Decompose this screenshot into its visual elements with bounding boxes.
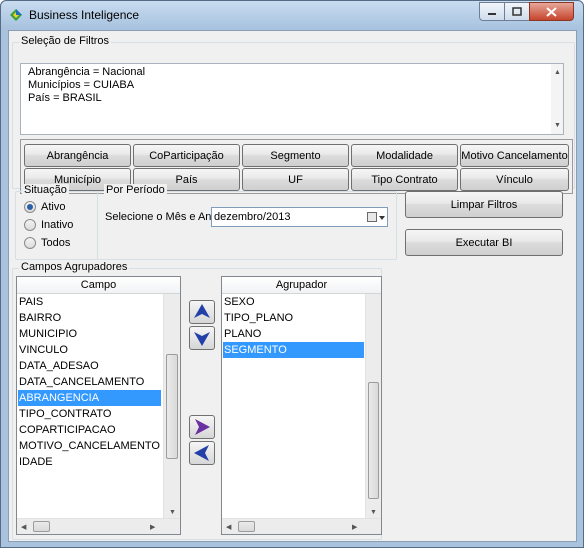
scroll-thumb[interactable] bbox=[368, 382, 379, 499]
radio-button-selected[interactable] bbox=[24, 201, 36, 213]
situacao-group-label: Situação bbox=[22, 184, 69, 196]
filter-uf-button[interactable]: UF bbox=[242, 168, 349, 191]
filter-vinculo-button[interactable]: Vínculo bbox=[460, 168, 569, 191]
filter-modalidade-button[interactable]: Modalidade bbox=[351, 144, 458, 167]
agrupador-vscrollbar[interactable]: ▼ bbox=[365, 294, 381, 518]
list-item[interactable]: IDADE bbox=[18, 454, 53, 470]
filter-line: Municípios = CUIABA bbox=[28, 79, 135, 91]
agrupador-hscrollbar[interactable]: ◀ ▶ bbox=[222, 518, 381, 534]
agrupador-header: Agrupador bbox=[222, 277, 381, 294]
minimize-button[interactable] bbox=[479, 2, 505, 21]
periodo-group: Por Período Selecione o Mês e Ano: dezem… bbox=[97, 184, 397, 260]
remove-from-agrupador-button[interactable] bbox=[189, 441, 215, 465]
month-year-picker[interactable]: dezembro/2013 bbox=[211, 207, 388, 227]
campos-group: Campos Agrupadores Campo PAIS BAIRRO MUN… bbox=[12, 261, 382, 540]
arrow-up-icon bbox=[194, 304, 210, 318]
campo-listbox[interactable]: Campo PAIS BAIRRO MUNICIPIO VINCULO DATA… bbox=[16, 276, 181, 535]
radio-ativo[interactable]: Ativo bbox=[24, 201, 65, 213]
radio-button[interactable] bbox=[24, 219, 36, 231]
filters-textarea[interactable]: Abrangência = Nacional Municípios = CUIA… bbox=[20, 63, 564, 135]
list-item[interactable]: COPARTICIPACAO bbox=[18, 422, 116, 438]
filter-line: Abrangência = Nacional bbox=[28, 66, 146, 78]
radio-label: Ativo bbox=[41, 201, 66, 213]
campo-hscrollbar[interactable]: ◀ ▶ bbox=[17, 518, 180, 534]
minimize-icon bbox=[488, 12, 496, 15]
list-item-selected[interactable]: ABRANGENCIA bbox=[18, 390, 161, 406]
filters-group-label: Seleção de Filtros bbox=[19, 35, 112, 47]
list-item[interactable]: DATA_CANCELAMENTO bbox=[18, 374, 144, 390]
filters-group: Seleção de Filtros Abrangência = Naciona… bbox=[12, 35, 575, 194]
radio-label: Todos bbox=[41, 237, 71, 249]
scroll-down-icon[interactable]: ▼ bbox=[169, 509, 176, 516]
arrow-down-icon bbox=[194, 332, 210, 346]
client-area: Seleção de Filtros Abrangência = Naciona… bbox=[8, 30, 577, 542]
executar-bi-button[interactable]: Executar BI bbox=[405, 229, 563, 256]
situacao-group: Situação Ativo Inativo Todos bbox=[15, 184, 98, 260]
filter-tipo-contrato-button[interactable]: Tipo Contrato bbox=[351, 168, 458, 191]
scroll-down-icon[interactable]: ▼ bbox=[370, 509, 377, 516]
list-item[interactable]: PAIS bbox=[18, 294, 43, 310]
agrupador-listbox[interactable]: Agrupador SEXO TIPO_PLANO PLANO SEGMENTO… bbox=[221, 276, 382, 535]
filter-segmento-button[interactable]: Segmento bbox=[242, 144, 349, 167]
radio-label: Inativo bbox=[41, 219, 74, 231]
campo-header: Campo bbox=[17, 277, 180, 294]
list-item[interactable]: SEXO bbox=[223, 294, 255, 310]
scroll-right-icon[interactable]: ▶ bbox=[352, 523, 357, 531]
scroll-down-icon[interactable]: ▼ bbox=[554, 119, 561, 132]
scroll-right-icon[interactable]: ▶ bbox=[150, 523, 155, 531]
scroll-thumb[interactable] bbox=[33, 521, 50, 532]
periodo-prompt: Selecione o Mês e Ano: bbox=[105, 211, 221, 223]
filter-buttons-panel: Abrangência CoParticipação Segmento Moda… bbox=[20, 139, 573, 194]
arrow-right-icon bbox=[195, 419, 210, 435]
app-window: Business Inteligence Seleção de Filtros … bbox=[0, 0, 584, 548]
list-item-selected[interactable]: SEGMENTO bbox=[223, 342, 364, 358]
radio-button[interactable] bbox=[24, 237, 36, 249]
scroll-left-icon[interactable]: ◀ bbox=[21, 523, 26, 531]
list-item[interactable]: BAIRRO bbox=[18, 310, 61, 326]
scroll-up-icon[interactable]: ▲ bbox=[554, 66, 561, 79]
list-item[interactable]: VINCULO bbox=[18, 342, 68, 358]
filter-line: País = BRASIL bbox=[28, 92, 102, 104]
add-to-agrupador-button[interactable] bbox=[189, 415, 215, 439]
calendar-icon[interactable] bbox=[367, 212, 377, 222]
list-item[interactable]: MUNICIPIO bbox=[18, 326, 77, 342]
filter-abrangencia-button[interactable]: Abrangência bbox=[24, 144, 131, 167]
radio-inativo[interactable]: Inativo bbox=[24, 219, 73, 231]
scroll-left-icon[interactable]: ◀ bbox=[226, 523, 231, 531]
filter-coparticipacao-button[interactable]: CoParticipação bbox=[133, 144, 240, 167]
list-item[interactable]: DATA_ADESAO bbox=[18, 358, 99, 374]
campo-vscrollbar[interactable]: ▼ bbox=[163, 294, 180, 518]
month-year-value: dezembro/2013 bbox=[214, 211, 291, 223]
close-icon bbox=[546, 6, 557, 17]
radio-todos[interactable]: Todos bbox=[24, 237, 70, 249]
periodo-group-label: Por Período bbox=[104, 184, 167, 196]
list-item[interactable]: TIPO_CONTRATO bbox=[18, 406, 112, 422]
arrow-left-icon bbox=[194, 445, 209, 461]
filters-lines: Abrangência = Nacional Municípios = CUIA… bbox=[22, 66, 145, 105]
title-bar[interactable]: Business Inteligence bbox=[1, 1, 583, 29]
window-title: Business Inteligence bbox=[29, 8, 140, 22]
list-item[interactable]: PLANO bbox=[223, 326, 261, 342]
move-down-button[interactable] bbox=[189, 326, 215, 350]
limpar-filtros-button[interactable]: Limpar Filtros bbox=[405, 191, 563, 218]
list-item[interactable]: MOTIVO_CANCELAMENTO bbox=[18, 438, 160, 454]
scroll-thumb[interactable] bbox=[238, 521, 255, 532]
chevron-down-icon[interactable] bbox=[379, 216, 385, 220]
move-up-button[interactable] bbox=[189, 300, 215, 324]
maximize-button[interactable] bbox=[504, 2, 530, 21]
close-button[interactable] bbox=[529, 2, 574, 21]
maximize-icon bbox=[512, 7, 522, 16]
filters-scrollbar[interactable]: ▲ ▼ bbox=[551, 64, 563, 134]
bi-app-icon bbox=[10, 9, 22, 21]
list-item[interactable]: TIPO_PLANO bbox=[223, 310, 293, 326]
campos-group-label: Campos Agrupadores bbox=[19, 261, 130, 273]
filter-motivo-cancelamento-button[interactable]: Motivo Cancelamento bbox=[460, 144, 569, 167]
scroll-thumb[interactable] bbox=[166, 354, 178, 459]
